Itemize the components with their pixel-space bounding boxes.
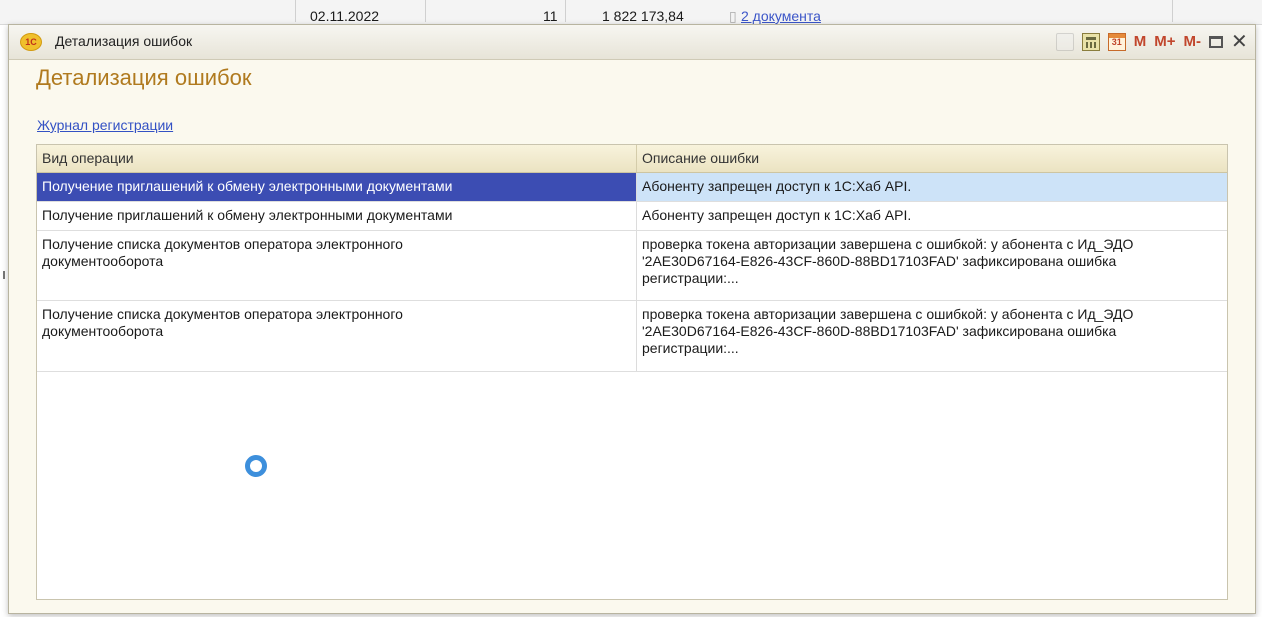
background-amount: 1 822 173,84 — [602, 8, 684, 24]
1c-logo-icon: 1С — [20, 33, 42, 51]
memory-plus-button[interactable]: M+ — [1154, 33, 1175, 51]
error-details-window: 1С Детализация ошибок 31 M M+ M- ✕ Детал… — [8, 24, 1256, 614]
description-cell: Абоненту запрещен доступ к 1С:Хаб API. — [637, 173, 1227, 201]
description-cell: проверка токена авторизации завершена с … — [642, 236, 1134, 286]
background-window-row: 02.11.2022 11 1 822 173,84 ▯ 2 документа — [0, 0, 1262, 25]
operation-cell: Получение приглашений к обмену электронн… — [37, 173, 637, 201]
maximize-icon[interactable] — [1209, 36, 1223, 48]
background-date: 02.11.2022 — [310, 8, 380, 24]
close-icon[interactable]: ✕ — [1231, 32, 1248, 52]
window-title: Детализация ошибок — [55, 33, 193, 49]
logo-text: 1С — [25, 37, 37, 47]
column-header-description[interactable]: Описание ошибки — [637, 145, 1227, 172]
description-cell: проверка токена авторизации завершена с … — [642, 306, 1134, 356]
table-row[interactable]: Получение приглашений к обмену электронн… — [37, 202, 1227, 231]
column-divider — [565, 0, 566, 22]
errors-table[interactable]: Вид операции Описание ошибки Получение п… — [36, 144, 1228, 600]
window-toolbar: 31 M M+ M- ✕ — [1055, 30, 1248, 54]
event-log-link[interactable]: Журнал регистрации — [37, 117, 173, 133]
calculator-icon[interactable] — [1081, 33, 1100, 51]
column-divider — [1172, 0, 1173, 22]
table-header: Вид операции Описание ошибки — [37, 145, 1227, 173]
table-row[interactable]: Получение списка документов оператора эл… — [37, 231, 1227, 301]
calendar-icon[interactable]: 31 — [1107, 33, 1126, 51]
column-header-operation[interactable]: Вид операции — [37, 145, 637, 172]
table-row[interactable]: Получение списка документов оператора эл… — [37, 301, 1227, 372]
column-divider — [425, 0, 426, 22]
background-count: 11 — [543, 8, 558, 24]
description-cell: Абоненту запрещен доступ к 1С:Хаб API. — [642, 207, 912, 223]
operation-cell: Получение списка документов оператора эл… — [37, 301, 637, 371]
window-titlebar[interactable]: 1С Детализация ошибок 31 M M+ M- ✕ — [9, 25, 1255, 60]
memory-m-button[interactable]: M — [1134, 33, 1147, 51]
memory-minus-button[interactable]: M- — [1184, 33, 1202, 51]
operation-cell: Получение приглашений к обмену электронн… — [37, 202, 637, 230]
loading-spinner-icon — [245, 455, 267, 477]
page-title: Детализация ошибок — [36, 65, 252, 90]
background-documents-link[interactable]: 2 документа — [736, 2, 826, 24]
table-row[interactable]: Получение приглашений к обмену электронн… — [37, 173, 1227, 202]
operation-cell: Получение списка документов оператора эл… — [37, 231, 637, 300]
column-divider — [295, 0, 296, 22]
edge-marker — [3, 271, 5, 279]
help-icon[interactable] — [1055, 33, 1074, 51]
